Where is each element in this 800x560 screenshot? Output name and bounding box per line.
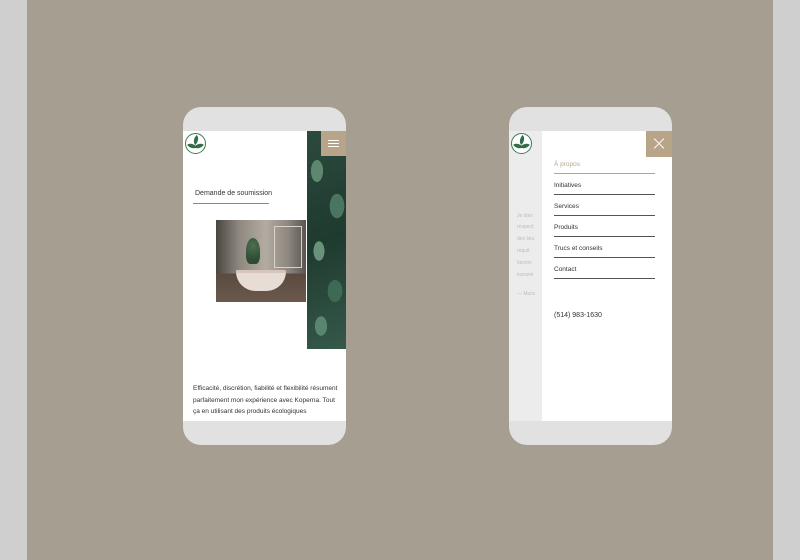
phone-mockup-home: Demande de soumission Efficacité, discré… — [183, 107, 346, 445]
faded-text-line: transmi — [517, 272, 534, 278]
testimonial-text: Efficacité, discrétion, fiabilité et fle… — [193, 385, 338, 415]
nav-item-label: Produits — [554, 224, 578, 231]
faded-text-line: des lieu — [517, 236, 535, 242]
nav-item-a-propos[interactable]: À propos — [554, 161, 655, 174]
nav-item-label: Services — [554, 203, 579, 210]
close-menu-button[interactable] — [646, 131, 672, 157]
nav-item-label: À propos — [554, 161, 581, 168]
nav-item-contact[interactable]: Contact — [554, 266, 655, 279]
nav-item-label: Trucs et conseils — [554, 245, 603, 252]
background-page-overlay: Je dois respect des lieu requit favoris … — [509, 131, 543, 421]
quote-request-link[interactable]: Demande de soumission — [195, 190, 272, 197]
phone-number-link[interactable]: (514) 983-1630 — [554, 312, 602, 319]
nav-item-label: Initiatives — [554, 182, 582, 189]
nav-item-produits[interactable]: Produits — [554, 224, 655, 237]
faded-text-line: favoris — [517, 260, 532, 266]
bathroom-photo — [216, 220, 306, 302]
plant-leaves-image — [307, 131, 346, 349]
presentation-background: Demande de soumission Efficacité, discré… — [27, 0, 773, 560]
faded-text-line: Je dois — [517, 213, 533, 219]
nav-item-services[interactable]: Services — [554, 203, 655, 216]
faded-text-line: respect — [517, 224, 534, 230]
leaf-logo-icon[interactable] — [511, 133, 532, 154]
home-screen: Demande de soumission Efficacité, discré… — [183, 131, 346, 421]
phone-mockup-menu: Je dois respect des lieu requit favoris … — [509, 107, 672, 445]
menu-screen: Je dois respect des lieu requit favoris … — [509, 131, 672, 421]
quote-request-underline — [193, 203, 269, 204]
nav-item-trucs-et-conseils[interactable]: Trucs et conseils — [554, 245, 655, 258]
nav-item-initiatives[interactable]: Initiatives — [554, 182, 655, 195]
faded-text-line: requit — [517, 248, 530, 254]
nav-drawer: À propos Initiatives Services Produits T… — [542, 131, 672, 421]
hamburger-menu-button[interactable] — [321, 131, 346, 156]
leaf-logo-icon[interactable] — [185, 133, 206, 154]
faded-text-line: — Mura — [517, 291, 535, 297]
nav-item-label: Contact — [554, 266, 577, 273]
